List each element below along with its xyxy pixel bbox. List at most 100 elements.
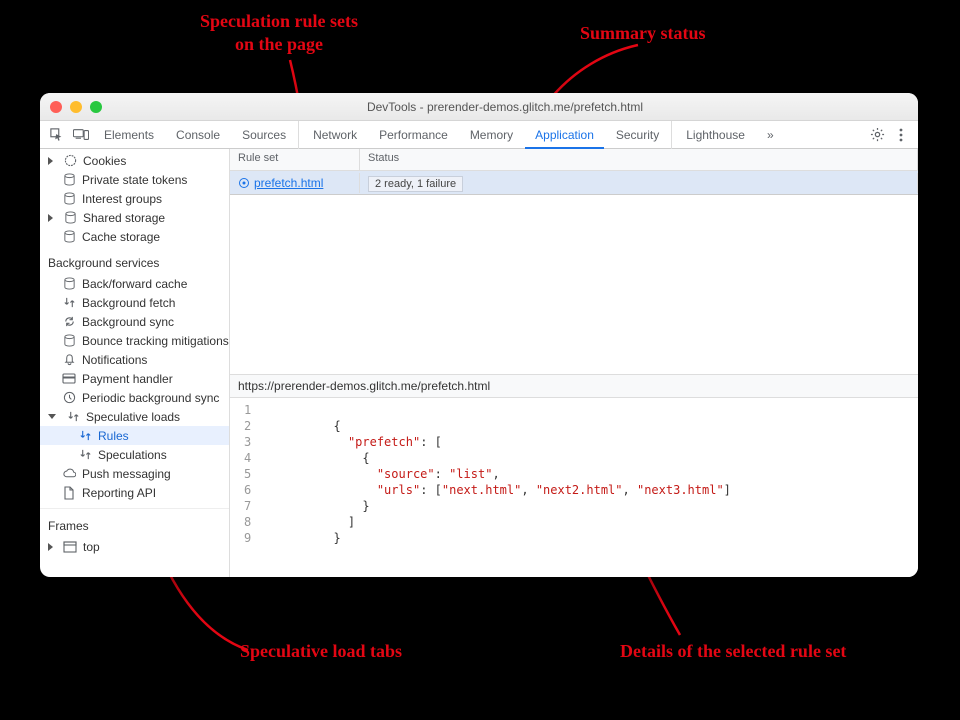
database-icon [62, 192, 76, 205]
sidebar-item-payment[interactable]: Payment handler [40, 369, 229, 388]
transfer-icon [78, 429, 92, 442]
kebab-menu-icon[interactable] [890, 124, 912, 146]
sidebar-item-cookies[interactable]: Cookies [40, 151, 229, 170]
sidebar-item-push-messaging[interactable]: Push messaging [40, 464, 229, 483]
collapse-icon [48, 414, 56, 419]
ruleset-grid-body [230, 195, 918, 374]
tab-performance[interactable]: Performance [369, 121, 458, 149]
sidebar-item-label: Speculative loads [86, 410, 180, 424]
ruleset-grid-header: Rule set Status [230, 149, 918, 171]
sidebar-item-label: Payment handler [82, 372, 173, 386]
database-icon [62, 230, 76, 243]
sidebar-item-label: Cookies [83, 154, 126, 168]
sidebar-item-shared-storage[interactable]: Shared storage [40, 208, 229, 227]
sync-icon [62, 315, 76, 328]
sidebar-item-bounce[interactable]: Bounce tracking mitigations [40, 331, 229, 350]
window-titlebar: DevTools - prerender-demos.glitch.me/pre… [40, 93, 918, 121]
sidebar-item-periodic-sync[interactable]: Periodic background sync [40, 388, 229, 407]
transfer-icon [62, 296, 76, 309]
ruleset-code-view: 123456789 { "prefetch": [ { "source": "l… [230, 397, 918, 577]
sidebar-item-label: Cache storage [82, 230, 160, 244]
sidebar-item-speculative-loads[interactable]: Speculative loads [40, 407, 229, 426]
application-sidebar: Cookies Private state tokens Interest gr… [40, 149, 230, 577]
sidebar-item-label: Background fetch [82, 296, 175, 310]
sidebar-item-private-state-tokens[interactable]: Private state tokens [40, 170, 229, 189]
sidebar-section-bg-services: Background services [40, 246, 229, 274]
database-icon [62, 334, 76, 347]
sidebar-item-bf-cache[interactable]: Back/forward cache [40, 274, 229, 293]
tab-lighthouse[interactable]: Lighthouse [671, 121, 755, 149]
tab-elements[interactable]: Elements [94, 121, 164, 149]
transfer-icon [66, 410, 80, 423]
annotation-summary-status: Summary status [580, 22, 706, 45]
database-icon [62, 173, 76, 186]
sidebar-item-label: Push messaging [82, 467, 171, 481]
tab-security[interactable]: Security [606, 121, 669, 149]
sidebar-item-cache-storage[interactable]: Cache storage [40, 227, 229, 246]
device-toggle-icon[interactable] [70, 124, 92, 146]
ruleset-row[interactable]: prefetch.html 2 ready, 1 failure [230, 171, 918, 195]
devtools-window: DevTools - prerender-demos.glitch.me/pre… [40, 93, 918, 577]
transfer-icon [78, 448, 92, 461]
sidebar-item-interest-groups[interactable]: Interest groups [40, 189, 229, 208]
sidebar-item-label: top [83, 540, 100, 554]
main-panel: Rule set Status prefetch.html 2 ready, 1… [230, 149, 918, 577]
tab-network[interactable]: Network [298, 121, 367, 149]
sidebar-item-label: Private state tokens [82, 173, 187, 187]
sidebar-item-frame-top[interactable]: top [40, 537, 229, 556]
status-chip[interactable]: 2 ready, 1 failure [368, 176, 463, 192]
target-icon [238, 177, 250, 189]
col-header-status[interactable]: Status [360, 149, 918, 170]
close-window-icon[interactable] [50, 101, 62, 113]
window-title: DevTools - prerender-demos.glitch.me/pre… [102, 100, 908, 114]
col-header-ruleset[interactable]: Rule set [230, 149, 360, 170]
sidebar-item-label: Notifications [82, 353, 147, 367]
annotation-rule-sets: Speculation rule sets on the page [200, 10, 358, 55]
minimize-window-icon[interactable] [70, 101, 82, 113]
ruleset-url: https://prerender-demos.glitch.me/prefet… [230, 374, 918, 397]
expand-icon [48, 214, 53, 222]
code-gutter: 123456789 [230, 398, 261, 577]
maximize-window-icon[interactable] [90, 101, 102, 113]
ruleset-link[interactable]: prefetch.html [238, 176, 351, 190]
database-icon [63, 211, 77, 224]
sidebar-section-frames: Frames [40, 508, 229, 537]
sidebar-item-rules[interactable]: Rules [40, 426, 229, 445]
sidebar-item-notifications[interactable]: Notifications [40, 350, 229, 369]
frame-icon [63, 541, 77, 553]
sidebar-item-label: Rules [98, 429, 129, 443]
sidebar-item-reporting-api[interactable]: Reporting API [40, 483, 229, 502]
expand-icon [48, 543, 53, 551]
devtools-toolbar: Elements Console Sources Network Perform… [40, 121, 918, 149]
sidebar-item-label: Background sync [82, 315, 174, 329]
sidebar-item-label: Bounce tracking mitigations [82, 334, 229, 348]
tab-application[interactable]: Application [525, 121, 604, 149]
bell-icon [62, 353, 76, 366]
cookies-icon [63, 154, 77, 167]
ruleset-name: prefetch.html [254, 176, 323, 190]
sidebar-item-label: Back/forward cache [82, 277, 187, 291]
expand-icon [48, 157, 53, 165]
tab-memory[interactable]: Memory [460, 121, 523, 149]
sidebar-item-label: Reporting API [82, 486, 156, 500]
sidebar-item-label: Interest groups [82, 192, 162, 206]
sidebar-item-bg-fetch[interactable]: Background fetch [40, 293, 229, 312]
clock-icon [62, 391, 76, 404]
sidebar-item-label: Periodic background sync [82, 391, 219, 405]
code-lines: { "prefetch": [ { "source": "list", "url… [261, 398, 731, 577]
tab-sources[interactable]: Sources [232, 121, 296, 149]
settings-gear-icon[interactable] [866, 124, 888, 146]
database-icon [62, 277, 76, 290]
sidebar-item-speculations[interactable]: Speculations [40, 445, 229, 464]
tabs-overflow-icon[interactable]: » [757, 121, 784, 149]
inspect-icon[interactable] [46, 124, 68, 146]
card-icon [62, 372, 76, 385]
annotation-details: Details of the selected rule set [620, 640, 846, 663]
tab-console[interactable]: Console [166, 121, 230, 149]
sidebar-item-label: Shared storage [83, 211, 165, 225]
sidebar-item-bg-sync[interactable]: Background sync [40, 312, 229, 331]
sidebar-item-label: Speculations [98, 448, 167, 462]
annotation-speculative-tabs: Speculative load tabs [240, 640, 402, 663]
document-icon [62, 486, 76, 500]
cloud-icon [62, 467, 76, 480]
